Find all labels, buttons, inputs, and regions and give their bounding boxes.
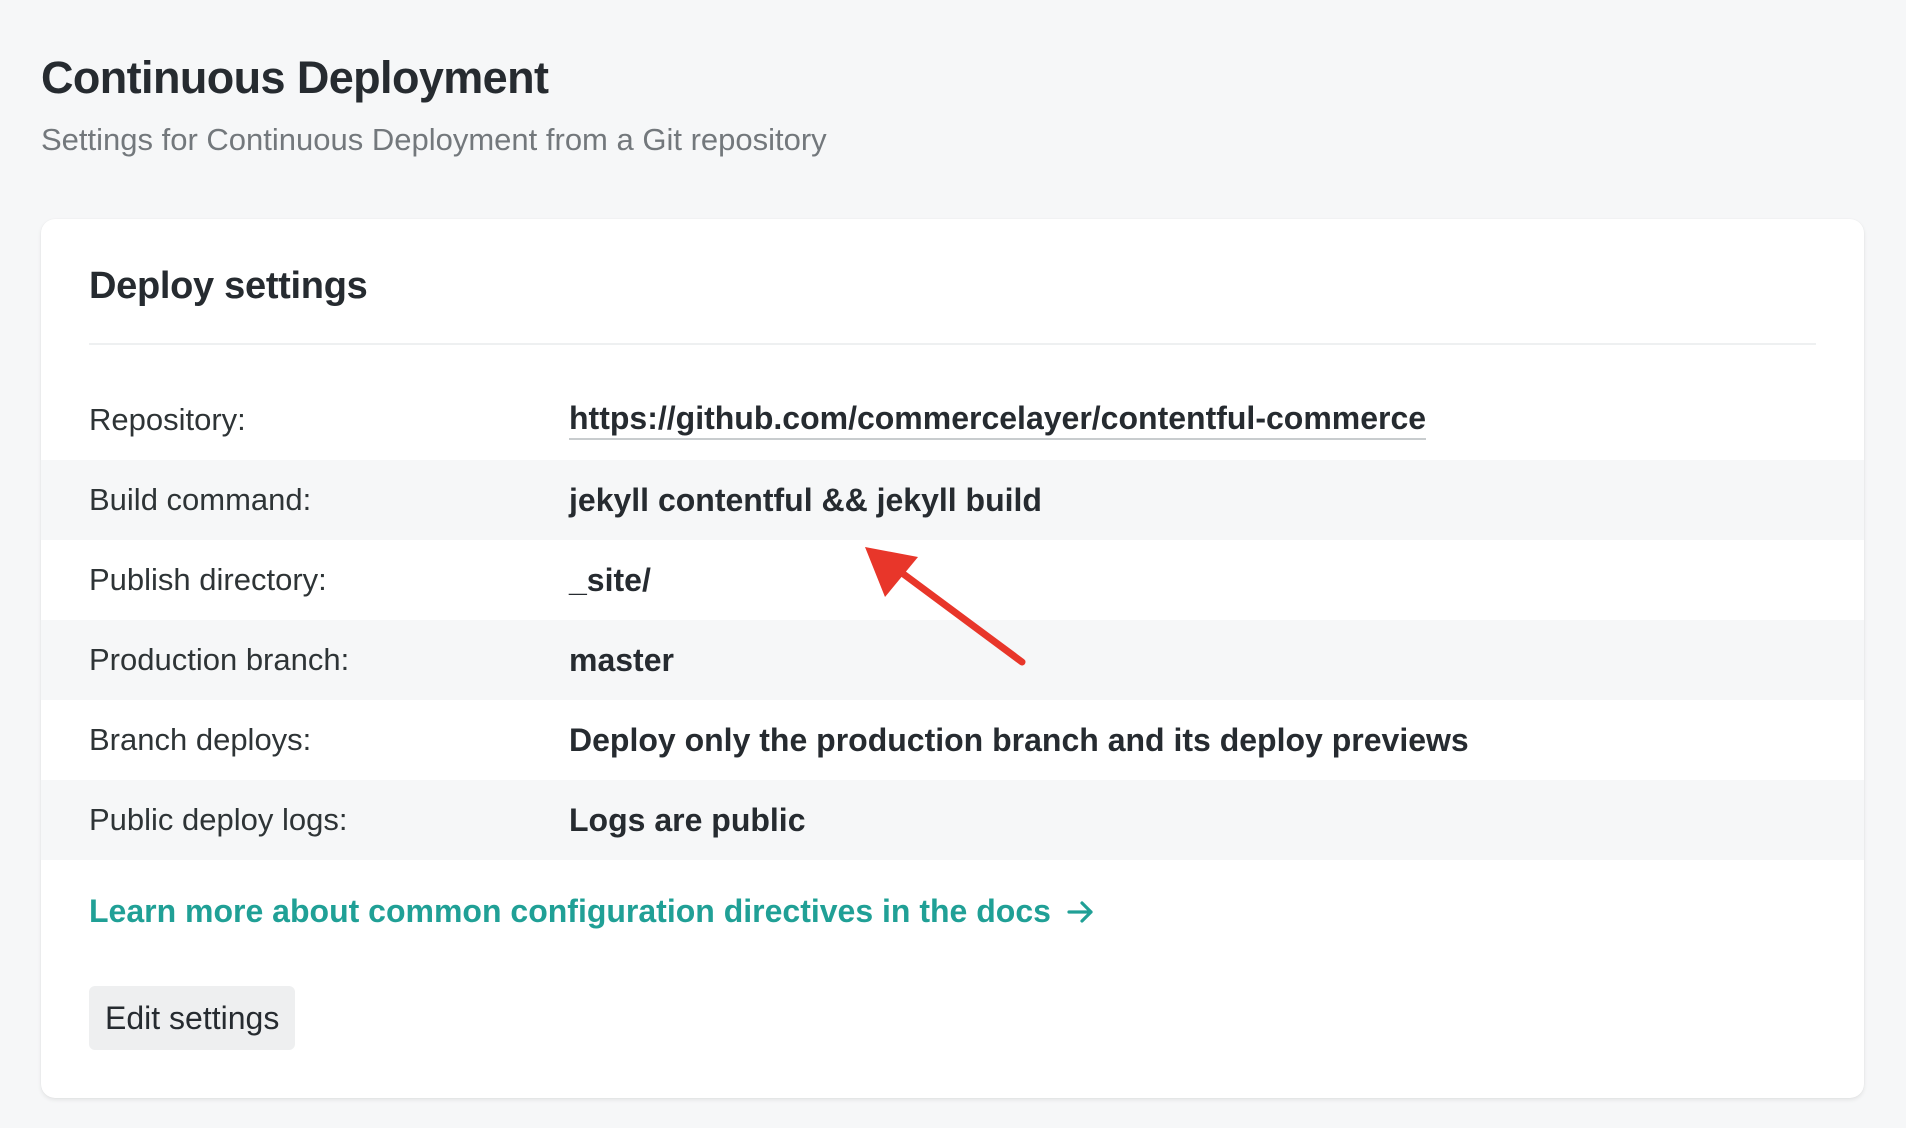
repository-link[interactable]: https://github.com/commercelayer/content…: [569, 400, 1426, 440]
setting-label: Branch deploys:: [89, 722, 311, 758]
settings-list: Repository: https://github.com/commercel…: [41, 380, 1864, 860]
setting-row-build-command: Build command: jekyll contentful && jeky…: [41, 460, 1864, 540]
setting-row-public-deploy-logs: Public deploy logs: Logs are public: [41, 780, 1864, 860]
setting-row-production-branch: Production branch: master: [41, 620, 1864, 700]
setting-row-publish-directory: Publish directory: _site/: [41, 540, 1864, 620]
setting-row-branch-deploys: Branch deploys: Deploy only the producti…: [41, 700, 1864, 780]
setting-row-repository: Repository: https://github.com/commercel…: [41, 380, 1864, 460]
edit-settings-button[interactable]: Edit settings: [89, 986, 295, 1050]
setting-value: jekyll contentful && jekyll build: [569, 482, 1042, 519]
card-title: Deploy settings: [89, 265, 367, 308]
setting-label: Production branch:: [89, 642, 349, 678]
divider: [89, 343, 1816, 345]
deploy-settings-card: Deploy settings Repository: https://gith…: [41, 219, 1864, 1098]
page-header: Continuous Deployment Settings for Conti…: [41, 52, 827, 158]
setting-value: Logs are public: [569, 802, 805, 839]
setting-value: Deploy only the production branch and it…: [569, 722, 1469, 759]
setting-label: Repository:: [89, 402, 246, 438]
docs-link-label: Learn more about common configuration di…: [89, 893, 1051, 930]
setting-value: master: [569, 642, 674, 679]
setting-label: Build command:: [89, 482, 311, 518]
page-subtitle: Settings for Continuous Deployment from …: [41, 122, 827, 158]
setting-label: Public deploy logs:: [89, 802, 348, 838]
page-title: Continuous Deployment: [41, 52, 827, 104]
arrow-right-icon: [1067, 900, 1095, 924]
setting-label: Publish directory:: [89, 562, 327, 598]
setting-value: _site/: [569, 562, 651, 599]
docs-link[interactable]: Learn more about common configuration di…: [89, 893, 1095, 930]
